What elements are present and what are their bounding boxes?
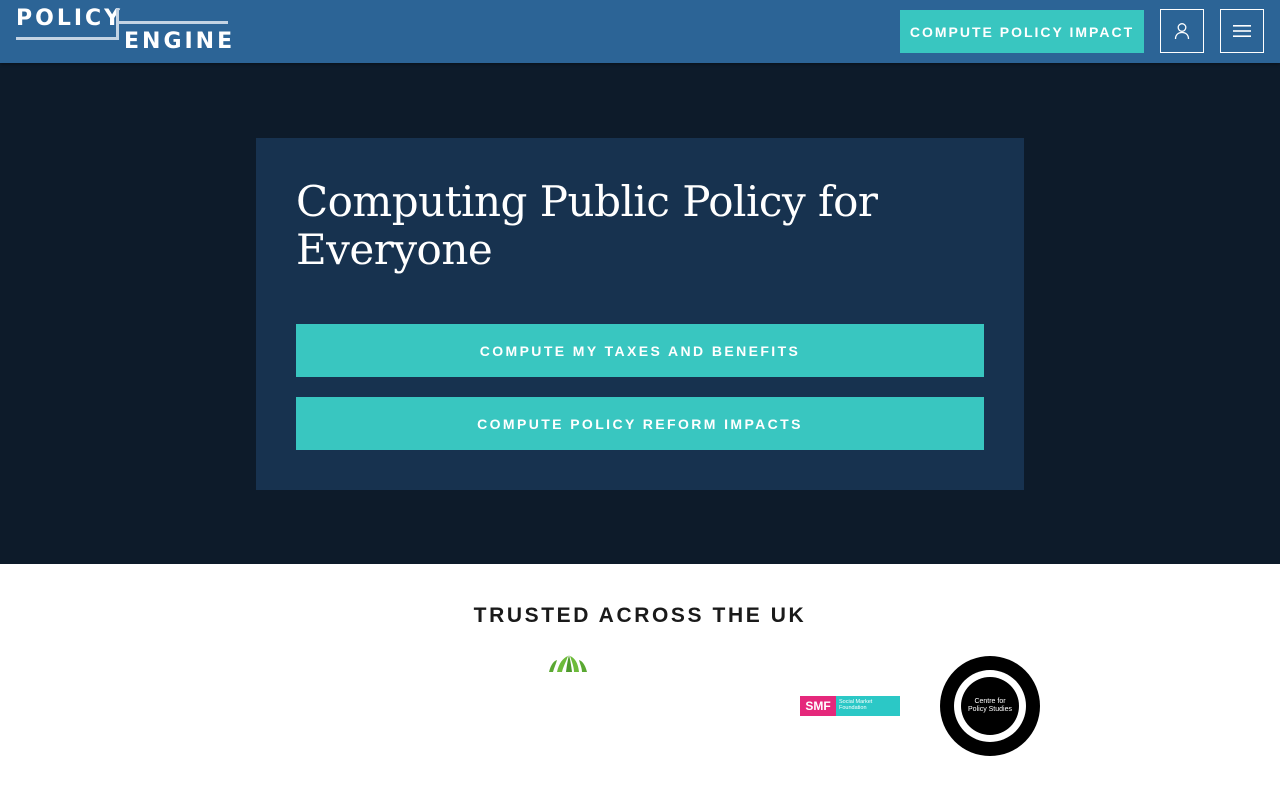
green-leaf-icon — [534, 655, 587, 672]
logo-line-bottom — [16, 37, 116, 40]
user-icon — [1174, 23, 1190, 40]
hero-title: Computing Public Policy for Everyone — [296, 177, 878, 274]
cps-logo-text: Centre for Policy Studies — [961, 677, 1019, 735]
policyengine-logo[interactable]: POLICY ENGINE — [16, 6, 232, 55]
green-leaf-logo[interactable] — [532, 654, 604, 672]
compute-policy-impact-button[interactable]: COMPUTE POLICY IMPACT — [900, 10, 1144, 53]
hero-section: Computing Public Policy for Everyone COM… — [0, 63, 1280, 564]
logo-word-engine: ENGINE — [124, 29, 236, 54]
account-button[interactable] — [1160, 9, 1204, 53]
logo-word-policy: POLICY — [16, 6, 124, 31]
trusted-heading: TRUSTED ACROSS THE UK — [473, 604, 807, 627]
logo-line-vertical — [116, 8, 119, 40]
logo-line-top — [116, 21, 228, 24]
smf-abbr: SMF — [800, 696, 836, 716]
cps-logo-ring: Centre for Policy Studies — [954, 670, 1026, 742]
smf-logo[interactable]: SMF Social Market Foundation — [800, 696, 900, 716]
compute-reform-impacts-button[interactable]: COMPUTE POLICY REFORM IMPACTS — [296, 397, 984, 450]
hamburger-menu-icon — [1233, 25, 1251, 37]
cps-logo[interactable]: Centre for Policy Studies — [940, 656, 1040, 756]
smf-fullname: Social Market Foundation — [836, 696, 900, 716]
hero-card: Computing Public Policy for Everyone COM… — [256, 138, 1024, 490]
menu-button[interactable] — [1220, 9, 1264, 53]
compute-taxes-benefits-button[interactable]: COMPUTE MY TAXES AND BENEFITS — [296, 324, 984, 377]
top-navigation-bar: POLICY ENGINE COMPUTE POLICY IMPACT — [0, 0, 1280, 63]
